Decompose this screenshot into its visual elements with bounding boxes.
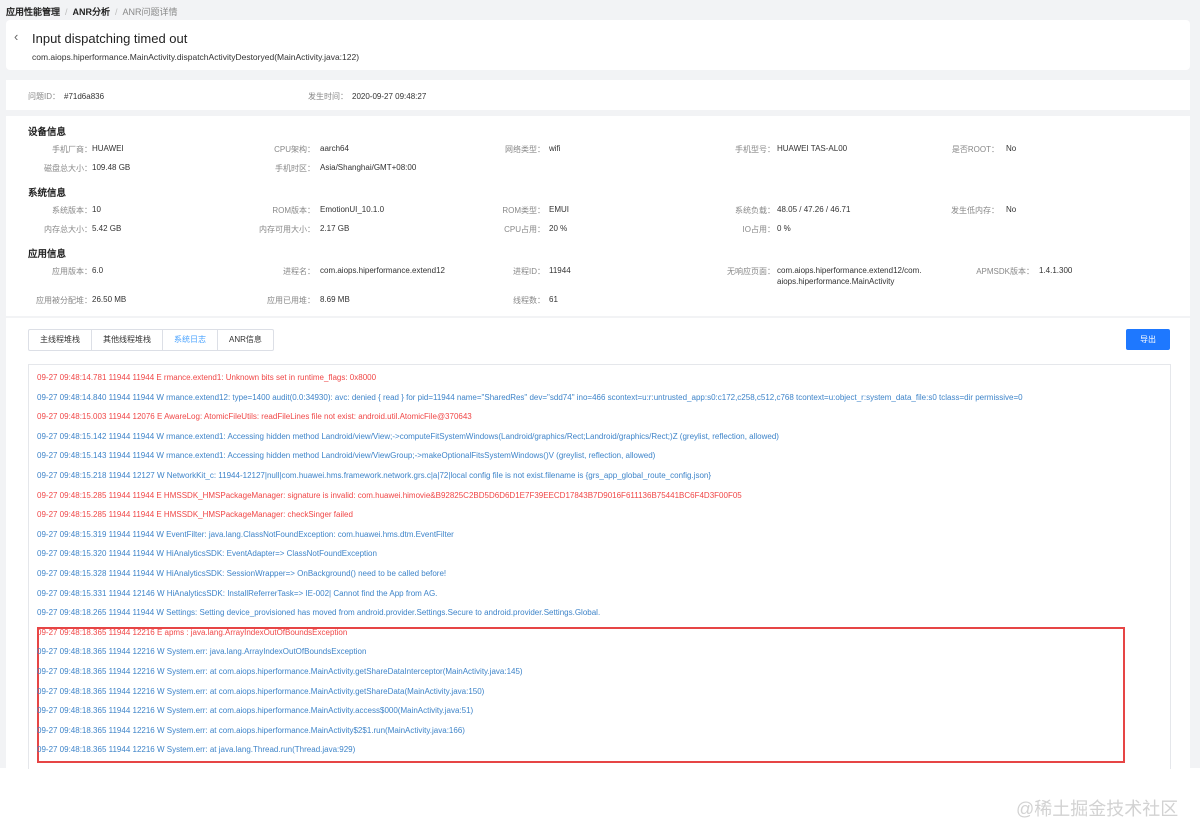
issue-summary-card: 问题ID： #71d6a836 发生时间： 2020-09-27 09:48:27 (6, 80, 1190, 110)
log-line: 09-27 09:48:15.319 11944 11944 W EventFi… (37, 529, 454, 539)
field-value: Asia/Shanghai/GMT+08:00 (320, 163, 417, 172)
field-value: EMUI (549, 205, 569, 214)
tab-bar: 主线程堆栈 其他线程堆栈 系统日志 ANR信息 (28, 329, 274, 351)
breadcrumb-separator: / (65, 7, 68, 17)
back-chevron-icon[interactable]: ‹ (14, 29, 18, 44)
breadcrumb: 应用性能管理 / ANR分析 / ANR问题详情 (6, 5, 178, 18)
log-line: 09-27 09:48:18.365 11944 12216 W System.… (37, 706, 474, 716)
log-line: 09-27 09:48:18.365 11944 12216 W System.… (37, 725, 465, 735)
field-label: 内存可用大小： (259, 225, 315, 234)
device-info-title: 设备信息 (28, 127, 67, 138)
log-line: 09-27 09:48:15.328 11944 11944 W HiAnaly… (37, 569, 447, 578)
field-value: wifi (549, 144, 561, 153)
breadcrumb-item-apm[interactable]: 应用性能管理 (6, 7, 60, 17)
field-value: 5.42 GB (92, 224, 122, 233)
field-value: HUAWEI TAS-AL00 (777, 144, 848, 153)
issue-time-label: 发生时间： (308, 92, 348, 101)
field-value: 8.69 MB (320, 295, 350, 304)
field-label: 线程数： (513, 296, 545, 305)
issue-id-label: 问题ID： (28, 92, 60, 101)
field-value: 6.0 (92, 266, 104, 275)
issue-time: 发生时间： 2020-09-27 09:48:27 (308, 91, 426, 102)
field-value: 20 % (549, 224, 568, 233)
field-label: 网络类型： (505, 145, 545, 154)
field-value: com.aiops.hiperformance.extend12/com. (777, 266, 922, 275)
field-value-continued: aiops.hiperformance.MainActivity (777, 277, 895, 286)
field-label: ROM版本： (272, 206, 315, 215)
issue-time-value: 2020-09-27 09:48:27 (352, 92, 427, 101)
field-label: 无响应页面： (727, 267, 775, 276)
system-log-panel[interactable]: 09-27 09:48:14.781 11944 11944 E rmance.… (28, 364, 1171, 769)
field-value: 109.48 GB (92, 163, 131, 172)
tab-main-thread-stack[interactable]: 主线程堆栈 (29, 330, 92, 350)
log-line: 09-27 09:48:15.143 11944 11944 W rmance.… (37, 451, 656, 461)
log-line: 09-27 09:48:15.331 11944 12146 W HiAnaly… (37, 588, 438, 598)
breadcrumb-item-current: ANR问题详情 (122, 7, 178, 17)
field-value: 26.50 MB (92, 295, 127, 304)
app-info-title: 应用信息 (28, 249, 67, 260)
field-label: CPU占用： (504, 225, 545, 234)
info-card: 设备信息 手机厂商： HUAWEI CPU架构： aarch64 网络类型： w… (6, 116, 1190, 316)
tab-anr-info[interactable]: ANR信息 (218, 330, 273, 350)
field-label: 进程ID： (513, 267, 545, 276)
tab-system-log[interactable]: 系统日志 (163, 330, 218, 350)
field-label: 手机厂商： (52, 145, 92, 154)
field-label: 进程名： (283, 267, 315, 276)
field-value: HUAWEI (92, 144, 124, 153)
log-line: 09-27 09:48:18.365 11944 12216 W System.… (37, 647, 367, 657)
field-value: 48.05 / 47.26 / 46.71 (777, 205, 851, 214)
field-label: IO占用： (742, 225, 775, 234)
field-label: 系统版本： (52, 206, 92, 215)
log-line: 09-27 09:48:15.285 11944 11944 E HMSSDK_… (37, 510, 353, 520)
log-line: 09-27 09:48:15.285 11944 11944 E HMSSDK_… (37, 490, 742, 500)
field-value: 11944 (549, 266, 571, 275)
issue-id-value: #71d6a836 (64, 92, 105, 101)
log-line: 09-27 09:48:18.365 11944 12216 E apms : … (37, 627, 348, 637)
field-label: 内存总大小： (44, 225, 92, 234)
field-label: 是否ROOT： (951, 145, 999, 154)
field-value: No (1006, 205, 1017, 214)
field-label: 发生低内存： (951, 206, 999, 215)
field-value: 0 % (777, 224, 791, 233)
log-line: 09-27 09:48:15.320 11944 11944 W HiAnaly… (37, 549, 377, 559)
field-label: 手机型号： (735, 145, 775, 154)
export-button[interactable]: 导出 (1126, 329, 1170, 350)
field-value: aarch64 (320, 144, 349, 153)
field-value: 2.17 GB (320, 224, 350, 233)
field-label: 磁盘总大小： (44, 164, 92, 173)
log-line: 09-27 09:48:15.218 11944 12127 W Network… (37, 471, 712, 480)
log-line: 09-27 09:48:18.365 11944 12216 W System.… (37, 667, 523, 676)
watermark: @稀土掘金技术社区 (1016, 799, 1179, 819)
field-value: No (1006, 144, 1017, 153)
field-label: APMSDK版本： (976, 267, 1034, 276)
field-value: com.aiops.hiperformance.extend12 (320, 266, 445, 275)
field-value: EmotionUI_10.1.0 (320, 205, 385, 214)
log-card: 主线程堆栈 其他线程堆栈 系统日志 ANR信息 导出 09-27 09:48:1… (6, 318, 1190, 769)
field-value: 1.4.1.300 (1039, 266, 1073, 275)
tab-other-thread-stack[interactable]: 其他线程堆栈 (92, 330, 163, 350)
log-line: 09-27 09:48:15.003 11944 12076 E AwareLo… (37, 412, 472, 422)
field-label: CPU架构： (274, 145, 315, 154)
page-subtitle: com.aiops.hiperformance.MainActivity.dis… (32, 52, 360, 62)
field-label: ROM类型： (502, 206, 545, 215)
field-label: 应用已用堆： (267, 296, 315, 305)
log-line: 09-27 09:48:15.142 11944 11944 W rmance.… (37, 431, 779, 441)
field-value: 61 (549, 295, 558, 304)
field-label: 手机时区： (275, 164, 315, 173)
log-line: 09-27 09:48:18.365 11944 12216 W System.… (37, 686, 485, 696)
log-line: 09-27 09:48:14.781 11944 11944 E rmance.… (37, 373, 377, 382)
title-card: ‹ Input dispatching timed out com.aiops.… (6, 20, 1190, 70)
log-line: 09-27 09:48:14.840 11944 11944 W rmance.… (37, 392, 1023, 402)
log-line: 09-27 09:48:18.365 11944 12216 W System.… (37, 745, 356, 755)
field-label: 应用版本： (52, 267, 92, 276)
log-line: 09-27 09:48:18.265 11944 11944 W Setting… (37, 608, 601, 618)
system-info-title: 系统信息 (28, 188, 67, 199)
breadcrumb-item-anr[interactable]: ANR分析 (73, 7, 111, 17)
field-label: 应用被分配堆： (36, 296, 92, 305)
page-title: Input dispatching timed out (32, 31, 188, 46)
breadcrumb-separator: / (115, 7, 118, 17)
issue-id: 问题ID： #71d6a836 (28, 91, 104, 102)
field-value: 10 (92, 205, 101, 214)
field-label: 系统负载： (735, 206, 775, 215)
